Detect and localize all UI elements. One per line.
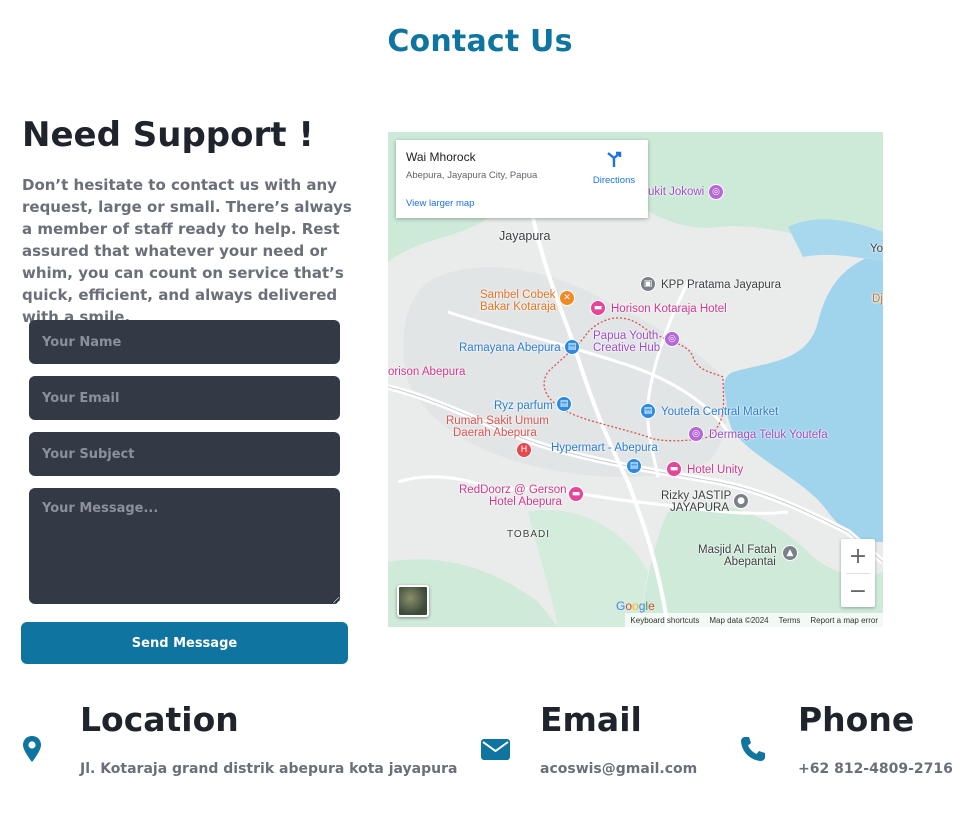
location-value: Jl. Kotaraja grand distrik abepura kota … bbox=[80, 761, 458, 777]
shop-marker-icon[interactable]: ▤ bbox=[564, 339, 580, 355]
map-attribution: Keyboard shortcuts Map data ©2024 Terms … bbox=[625, 613, 883, 627]
map-label-rizky-2: JAYAPURA bbox=[670, 502, 730, 514]
map-marker-icon[interactable]: ◎ bbox=[688, 426, 704, 442]
map-label-sambel-1: Sambel Cobek bbox=[480, 289, 556, 301]
map-label-papua-youth-2: Creative Hub bbox=[593, 342, 661, 354]
email-input[interactable] bbox=[29, 376, 340, 420]
map-label-tobadi: TOBADI bbox=[507, 529, 551, 540]
map-label-papua-youth-1: Papua Youth bbox=[593, 330, 659, 342]
map-marker-icon[interactable]: ◎ bbox=[708, 184, 724, 200]
phone-icon bbox=[741, 737, 765, 761]
map-label-edge-yo: Yo bbox=[870, 243, 883, 255]
name-input[interactable] bbox=[29, 320, 340, 364]
map-label-youtefa-market: Youtefa Central Market bbox=[661, 406, 779, 418]
shop-marker-icon[interactable]: ▤ bbox=[626, 458, 642, 474]
map-label-horison-kotaraja: Horison Kotaraja Hotel bbox=[611, 303, 727, 315]
envelope-icon bbox=[481, 739, 510, 760]
map-label-dermaga: Dermaga Teluk Youtefa bbox=[709, 429, 828, 441]
map-marker-icon[interactable]: ● bbox=[733, 493, 749, 509]
subject-input[interactable] bbox=[29, 432, 340, 476]
directions-icon bbox=[607, 151, 622, 167]
shop-marker-icon[interactable]: ▤ bbox=[556, 396, 572, 412]
map-label-hypermart: Hypermart - Abepura bbox=[551, 442, 658, 454]
message-textarea[interactable] bbox=[29, 488, 340, 604]
directions-label: Directions bbox=[592, 175, 636, 186]
hotel-marker-icon[interactable]: ▬ bbox=[568, 486, 584, 502]
email-value[interactable]: acoswis@gmail.com bbox=[540, 761, 697, 777]
map-label-ryz: Ryz parfum bbox=[494, 400, 553, 412]
report-map-error-link[interactable]: Report a map error bbox=[810, 616, 878, 625]
map-label-sambel-2: Bakar Kotaraja bbox=[480, 301, 557, 313]
hotel-marker-icon[interactable]: ▬ bbox=[666, 461, 682, 477]
page-title: Contact Us bbox=[387, 24, 573, 59]
map-marker-icon[interactable]: ▣ bbox=[640, 276, 656, 292]
phone-title: Phone bbox=[798, 700, 915, 739]
terms-link[interactable]: Terms bbox=[779, 616, 801, 625]
directions-button[interactable]: Directions bbox=[586, 150, 642, 186]
map-label-reddoorz-1: RedDoorz @ Gerson bbox=[459, 484, 567, 496]
support-heading: Need Support ! bbox=[22, 115, 314, 155]
email-title: Email bbox=[540, 700, 642, 739]
zoom-in-button[interactable]: + bbox=[841, 539, 875, 573]
map-label-reddoorz-2: Hotel Abepura bbox=[489, 496, 562, 508]
map-label-masjid-1: Masjid Al Fatah bbox=[698, 544, 777, 556]
shop-marker-icon[interactable]: ▤ bbox=[640, 403, 656, 419]
restaurant-marker-icon[interactable]: ✕ bbox=[559, 290, 575, 306]
satellite-toggle-button[interactable] bbox=[397, 585, 429, 617]
map-marker-icon[interactable]: ◎ bbox=[664, 331, 680, 347]
map-label-masjid-2: Abepantai bbox=[724, 556, 776, 568]
zoom-controls: + − bbox=[841, 539, 875, 607]
map-label-ramayana: Ramayana Abepura bbox=[459, 342, 561, 354]
hospital-marker-icon[interactable]: H bbox=[516, 442, 532, 458]
map-info-card: Wai Mhorock Abepura, Jayapura City, Papu… bbox=[396, 140, 648, 218]
map-label-rsu-1: Rumah Sakit Umum bbox=[446, 415, 549, 427]
map-label-jayapura: Jayapura bbox=[499, 229, 551, 243]
map-label-edge-dj: Dj bbox=[872, 293, 883, 305]
place-name: Wai Mhorock bbox=[406, 150, 476, 164]
phone-value[interactable]: +62 812-4809-2716 bbox=[798, 761, 953, 777]
map-embed[interactable]: Jayapura ukit Jokowi ◎ ▣ KPP Pratama Jay… bbox=[388, 132, 883, 627]
support-description: Don’t hesitate to contact us with any re… bbox=[22, 176, 352, 326]
map-label-rsu-2: Daerah Abepura bbox=[453, 427, 537, 439]
place-address: Abepura, Jayapura City, Papua bbox=[406, 170, 538, 181]
send-message-button[interactable]: Send Message bbox=[21, 622, 348, 664]
location-title: Location bbox=[80, 700, 239, 739]
hotel-marker-icon[interactable]: ▬ bbox=[590, 300, 606, 316]
map-data-credit: Map data ©2024 bbox=[709, 615, 769, 625]
map-label-horison-abepura: orison Abepura bbox=[388, 366, 466, 378]
mosque-marker-icon[interactable]: ▲ bbox=[782, 545, 798, 561]
map-label-kpp: KPP Pratama Jayapura bbox=[661, 279, 781, 291]
view-larger-map-link[interactable]: View larger map bbox=[406, 198, 474, 209]
map-label-rizky-1: Rizky JASTIP bbox=[661, 490, 732, 502]
zoom-out-button[interactable]: − bbox=[841, 574, 875, 608]
map-label-jokowi: ukit Jokowi bbox=[648, 186, 705, 198]
google-logo: Google bbox=[616, 599, 655, 613]
map-label-hotel-unity: Hotel Unity bbox=[687, 464, 744, 476]
map-pin-icon bbox=[23, 736, 41, 762]
keyboard-shortcuts-link[interactable]: Keyboard shortcuts bbox=[630, 616, 699, 625]
